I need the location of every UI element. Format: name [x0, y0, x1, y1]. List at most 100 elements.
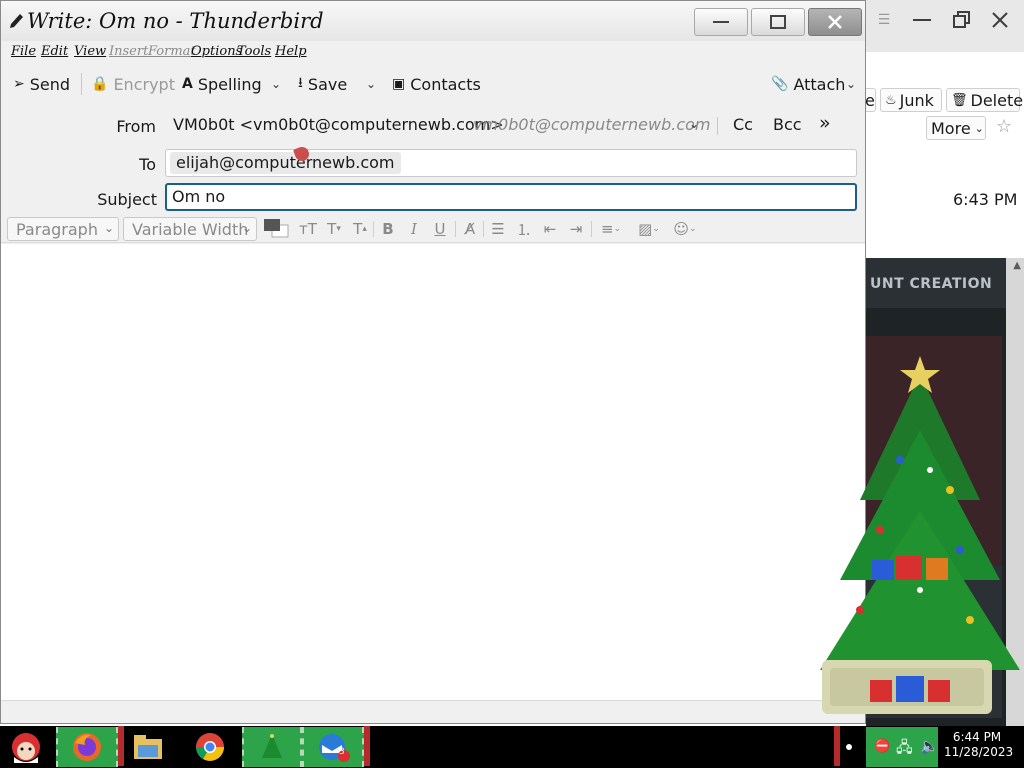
bullet-list-icon[interactable]: ☰ [489, 219, 507, 239]
attach-dropdown-chevron-icon[interactable]: ⌄ [843, 69, 859, 99]
taskbar-firefox[interactable] [56, 727, 118, 767]
start-button[interactable] [4, 727, 48, 767]
taskbar-chrome[interactable] [190, 727, 230, 767]
security-alert-icon[interactable]: ⛔ [874, 739, 890, 754]
spelling-button[interactable]: A Spelling [182, 69, 262, 99]
thunderbird-icon [319, 734, 350, 762]
save-button[interactable]: ⭳ Save [298, 69, 347, 99]
font-size-smaller-icon[interactable]: T ▾ [325, 219, 343, 239]
format-separator [483, 221, 484, 237]
taskbar-separator [364, 726, 370, 766]
contacts-button[interactable]: ▣ Contacts [392, 69, 481, 99]
maximize-icon [770, 15, 786, 29]
hamburger-icon[interactable]: ☰ [868, 4, 900, 36]
maximize-button[interactable] [751, 8, 805, 36]
main-minimize-button[interactable] [906, 4, 938, 36]
format-separator [591, 221, 592, 237]
trash-icon: 🗑 [951, 92, 968, 108]
restore-icon [953, 11, 970, 28]
from-identity-select[interactable]: vm0b0t@computernewb.com [473, 115, 711, 134]
scroll-up-arrow-icon[interactable]: ▲ [1013, 260, 1021, 271]
text-color-button[interactable] [263, 218, 289, 238]
format-toolbar: Paragraph ⌄ Variable Width ⌄ ᴛT T ▾ T ▴ B … [1, 215, 865, 243]
window-title: Write: Om no - Thunderbird [27, 9, 324, 33]
format-separator [455, 221, 456, 237]
menu-tools[interactable]: Tools [237, 44, 271, 59]
notification-dot [846, 744, 852, 750]
numbered-list-icon[interactable]: ⒈ [515, 219, 533, 239]
menu-file[interactable]: File [11, 44, 36, 59]
font-size-larger-icon[interactable]: T ▴ [351, 219, 369, 239]
paragraph-format-select[interactable]: Paragraph ⌄ [7, 217, 119, 241]
minimize-icon [913, 19, 931, 21]
font-select[interactable]: Variable Width ⌄ [123, 217, 257, 241]
subject-input[interactable]: Om no [165, 183, 857, 211]
lock-icon: 🔒 [91, 76, 109, 92]
taskbar-separator [834, 726, 840, 766]
junk-label: Junk [899, 90, 934, 110]
from-address[interactable]: VM0b0t <vm0b0t@computernewb.com> [173, 115, 504, 134]
taskbar-xmas-tree-app[interactable] [242, 727, 302, 767]
menu-help[interactable]: Help [275, 44, 307, 59]
underline-icon[interactable]: U [433, 219, 447, 239]
indent-icon[interactable]: ⇥ [567, 219, 585, 239]
outdent-icon[interactable]: ⇤ [541, 219, 559, 239]
italic-icon[interactable]: I [407, 219, 421, 239]
delete-button[interactable]: 🗑 Delete [946, 88, 1023, 112]
toolbar-separator [81, 73, 82, 95]
taskbar-thunderbird[interactable]: 3 [302, 727, 364, 767]
chevron-down-icon[interactable]: ⌄ [689, 117, 699, 131]
star-icon[interactable]: ☆ [996, 116, 1012, 137]
main-restore-button[interactable] [946, 4, 978, 36]
main-close-button[interactable] [984, 4, 1016, 36]
menu-format[interactable]: Format [148, 44, 196, 59]
menu-view[interactable]: View [74, 44, 106, 59]
menu-options[interactable]: Options [191, 44, 242, 59]
bcc-button[interactable]: Bcc [773, 115, 802, 134]
junk-button[interactable]: ♨ Junk [880, 88, 942, 112]
from-label: From [116, 117, 156, 136]
download-icon: ⭳ [298, 75, 303, 91]
chevron-down-icon: ⌄ [241, 221, 252, 235]
attach-label: Attach [793, 74, 846, 94]
spelling-dropdown-chevron-icon[interactable]: ⌄ [268, 69, 284, 99]
chevron-down-icon: ⌄ [974, 121, 984, 135]
paragraph-format-value: Paragraph [16, 219, 98, 239]
recipient-pill[interactable]: elijah@computernewb.com [170, 152, 401, 174]
forward-button-partial[interactable]: e [866, 88, 876, 112]
close-button[interactable] [808, 8, 862, 36]
compose-titlebar[interactable]: Write: Om no - Thunderbird [1, 1, 865, 41]
volume-icon[interactable]: 🔈 [920, 737, 939, 755]
taskbar-clock[interactable]: 6:44 PM 11/28/2023 [944, 730, 1014, 760]
clock-date: 11/28/2023 [944, 745, 1014, 759]
contacts-label: Contacts [410, 74, 481, 94]
font-size-reset-icon[interactable]: ᴛT [299, 219, 317, 239]
network-icon[interactable]: 🖧 [896, 737, 913, 762]
folder-icon [134, 735, 162, 759]
text-style-icon[interactable]: A̸ [461, 219, 479, 239]
menu-insert[interactable]: Insert [109, 44, 148, 59]
bold-icon[interactable]: B [381, 219, 395, 239]
align-icon[interactable]: ≡ ⌄ [597, 219, 625, 239]
format-separator [373, 221, 374, 237]
attach-button[interactable]: 📎 Attach [771, 69, 845, 99]
font-value: Variable Width [132, 219, 249, 239]
save-dropdown-chevron-icon[interactable]: ⌄ [363, 69, 379, 99]
more-button[interactable]: More ⌄ [926, 116, 986, 140]
insert-image-icon[interactable]: ▨ ⌄ [635, 219, 663, 239]
menu-edit[interactable]: Edit [41, 44, 68, 59]
emoji-icon[interactable]: ☺ ⌄ [671, 219, 699, 239]
santa-icon [12, 733, 40, 763]
encrypt-label: Encrypt [113, 74, 175, 94]
encrypt-button[interactable]: 🔒 Encrypt [91, 69, 175, 99]
subject-label: Subject [97, 190, 157, 209]
cc-button[interactable]: Cc [733, 115, 753, 134]
message-body-editor[interactable] [1, 244, 865, 700]
send-button[interactable]: ➢ Send [13, 69, 70, 99]
to-field[interactable]: elijah@computernewb.com [165, 149, 857, 177]
taskbar-file-explorer[interactable] [128, 727, 168, 767]
more-headers-button[interactable]: » [819, 112, 831, 134]
close-icon [992, 12, 1008, 28]
minimize-button[interactable] [694, 8, 748, 36]
address-book-icon: ▣ [392, 76, 406, 92]
